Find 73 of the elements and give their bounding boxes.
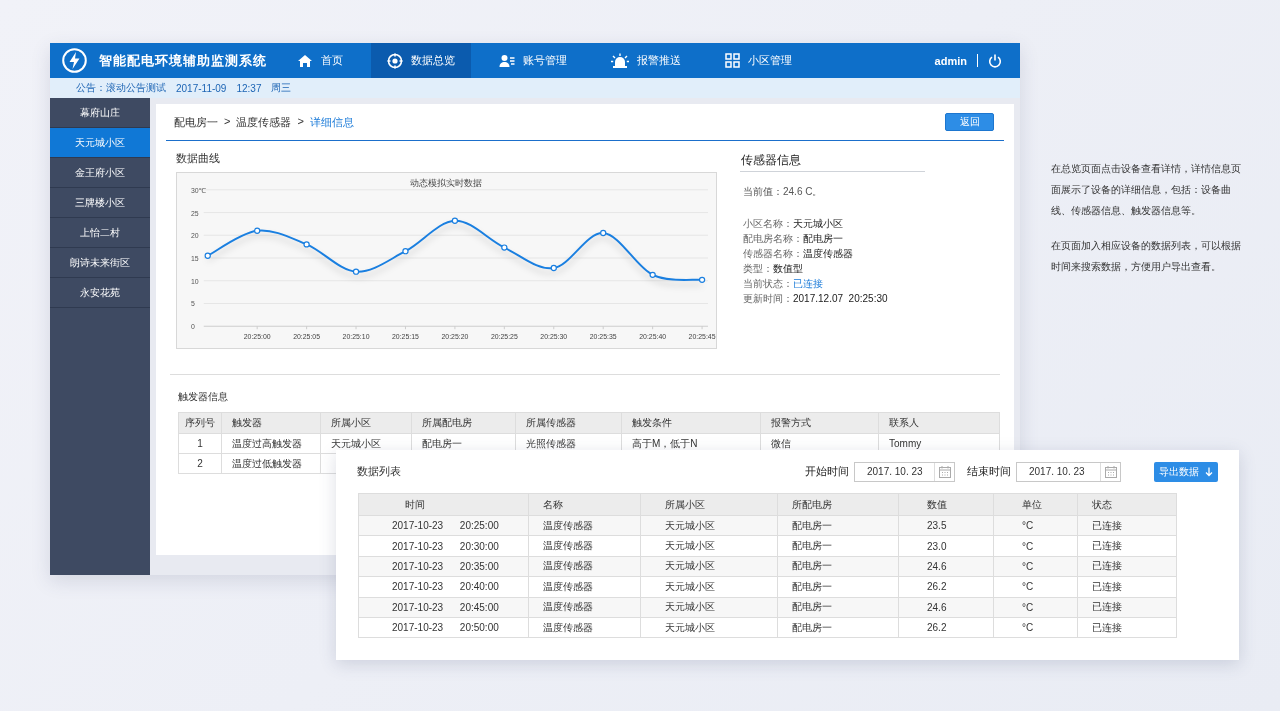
column-header: 所属传感器 <box>515 412 622 434</box>
notice-text: 公告：滚动公告测试 <box>76 81 166 95</box>
table-cell: 2017-10-23 20:45:00 <box>358 597 529 618</box>
column-header: 触发器 <box>221 412 321 434</box>
table-cell: 1 <box>178 433 222 454</box>
table-cell: 温度传感器 <box>528 576 641 598</box>
column-header: 联系人 <box>878 412 1000 434</box>
column-header: 状态 <box>1077 493 1177 516</box>
table-cell: 温度传感器 <box>528 535 641 557</box>
info-label: 更新时间： <box>743 291 793 306</box>
table-cell: 2017-10-23 20:50:00 <box>358 617 529 638</box>
column-header: 单位 <box>993 493 1078 516</box>
table-cell: 天元城小区 <box>640 617 778 638</box>
info-value: 温度传感器 <box>803 246 853 261</box>
notice-weekday: 周三 <box>271 81 292 95</box>
column-header: 所配电房 <box>777 493 899 516</box>
column-header: 名称 <box>528 493 641 516</box>
table-cell: 已连接 <box>1077 617 1177 638</box>
table-cell: 温度过高触发器 <box>221 433 321 454</box>
breadcrumb-separator: > <box>297 114 304 129</box>
breadcrumb-current: 详细信息 <box>309 114 354 130</box>
info-value: 数值型 <box>773 261 803 276</box>
table-cell: 26.2 <box>898 576 994 598</box>
description-text: 在页面加入相应设备的数据列表，可以根据时间来搜索数据，方便用户导出查看。 <box>1051 239 1242 274</box>
table-cell: 温度过低触发器 <box>221 453 321 474</box>
table-cell: 2017-10-23 20:25:00 <box>358 515 529 536</box>
column-header: 数值 <box>898 493 994 516</box>
table-cell: 配电房一 <box>777 576 899 598</box>
info-label: 配电房名称： <box>743 231 803 246</box>
table-cell: 天元城小区 <box>640 576 778 598</box>
chart-title: 动态模拟实时数据 <box>410 176 483 188</box>
table-cell: 配电房一 <box>777 535 899 557</box>
status-value: 已连接 <box>793 276 823 291</box>
table-cell: 2017-10-23 20:30:00 <box>358 535 529 557</box>
breadcrumb-separator: > <box>224 114 231 129</box>
table-cell: 26.2 <box>898 617 994 638</box>
field-label: 结束时间 <box>967 464 1011 479</box>
table-cell: 2017-10-23 20:40:00 <box>358 576 529 598</box>
table-cell: 2 <box>178 453 222 474</box>
table-cell: °C <box>993 617 1078 638</box>
info-label: 类型： <box>743 261 773 276</box>
table-cell: °C <box>993 576 1078 598</box>
table-cell: 配电房一 <box>777 617 899 638</box>
section-title: 传感器信息 <box>740 152 925 172</box>
column-header: 触发条件 <box>621 412 761 434</box>
info-label: 小区名称： <box>743 216 793 231</box>
column-header: 所属小区 <box>640 493 778 516</box>
info-value: 配电房一 <box>803 231 843 246</box>
field-label: 开始时间 <box>805 464 849 479</box>
info-label: 传感器名称： <box>743 246 803 261</box>
notice-time: 12:37 <box>236 82 262 94</box>
table-cell: 天元城小区 <box>640 535 778 557</box>
column-header: 所属配电房 <box>411 412 516 434</box>
info-label: 当前状态： <box>743 276 793 291</box>
info-value: 天元城小区 <box>793 216 843 231</box>
column-header: 报警方式 <box>760 412 879 434</box>
description-text: 在总览页面点击设备查看详情，详情信息页面展示了设备的详细信息，包括：设备曲线、传感器信息、触发器信息等。 <box>1051 162 1242 218</box>
table-cell: 温度传感器 <box>528 617 641 638</box>
info-value: 2017.12.07 20:25:30 <box>793 293 888 304</box>
column-header: 所属小区 <box>320 412 412 434</box>
column-header: 时间 <box>358 493 529 516</box>
app-title: 智能配电环境辅助监测系统 <box>99 51 267 70</box>
current-value: 当前值：24.6 C。 <box>743 185 824 199</box>
section-title: 数据曲线 <box>176 151 221 166</box>
table-cell: 已连接 <box>1077 535 1177 557</box>
column-header: 序列号 <box>178 412 222 434</box>
table-cell: °C <box>993 535 1078 557</box>
table-cell: 2017-10-23 20:35:00 <box>358 556 529 577</box>
table-cell: 已连接 <box>1077 576 1177 598</box>
table-cell: 23.0 <box>898 535 994 557</box>
notice-date: 2017-11-09 <box>176 82 227 94</box>
section-title: 触发器信息 <box>178 390 229 404</box>
section-title: 数据列表 <box>357 464 401 479</box>
